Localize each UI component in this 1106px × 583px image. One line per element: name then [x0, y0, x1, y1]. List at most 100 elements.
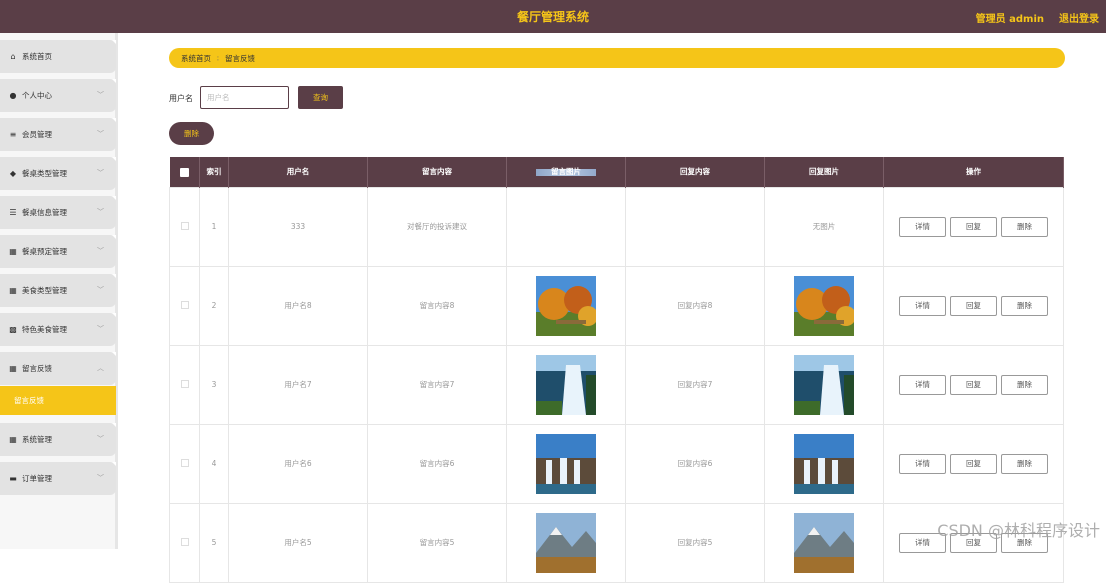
row-content: 留言内容5 [367, 502, 507, 583]
chevron-up-icon: ︿ [97, 364, 104, 372]
home-icon: ⌂ [10, 52, 16, 61]
select-all-header[interactable] [169, 157, 200, 187]
chevron-down-icon: ﹀ [97, 91, 104, 99]
row-image-cell [506, 344, 626, 425]
grid-icon: ▦ [9, 435, 17, 444]
grid-icon: ▦ [9, 247, 17, 256]
sidebar-item-label: 个人中心 [22, 91, 52, 100]
chevron-down-icon: ﹀ [97, 286, 104, 294]
row-actions: 详情 回复 删除 [883, 344, 1064, 425]
row-reply-image-cell [764, 265, 884, 346]
column-header-username: 用户名 [228, 157, 368, 187]
row-username: 用户名5 [228, 502, 368, 583]
sidebar-item[interactable]: ▩ 特色美食管理 ﹀ [0, 313, 116, 346]
row-select-cell [169, 344, 200, 425]
row-checkbox[interactable] [180, 379, 189, 388]
row-username: 用户名7 [228, 344, 368, 425]
chevron-down-icon: ﹀ [97, 474, 104, 482]
row-index: 5 [199, 502, 229, 583]
grid-icon: ▦ [9, 286, 17, 295]
detail-button[interactable]: 详情 [899, 295, 946, 316]
username-search-input[interactable] [200, 86, 289, 109]
table-row: 4 用户名6 留言内容6 回复内容6 详情 回复 删除 [169, 423, 1064, 504]
row-reply-image-cell [764, 502, 884, 583]
top-bar: 餐厅管理系统 管理员 admin 退出登录 [0, 0, 1106, 33]
delete-button[interactable]: 删除 [1001, 453, 1048, 474]
chevron-down-icon: ﹀ [97, 435, 104, 443]
sidebar-item-label: 特色美食管理 [22, 325, 67, 334]
row-reply: 回复内容8 [625, 265, 765, 346]
row-content: 留言内容6 [367, 423, 507, 504]
row-reply: 回复内容7 [625, 344, 765, 425]
reply-button[interactable]: 回复 [950, 295, 997, 316]
column-header-actions: 操作 [883, 157, 1064, 187]
sidebar-item[interactable]: ◆ 餐桌类型管理 ﹀ [0, 157, 116, 190]
search-button[interactable]: 查询 [298, 86, 343, 109]
sidebar-item[interactable]: ▬ 订单管理 ﹀ [0, 462, 116, 495]
sidebar-item-label: 会员管理 [22, 130, 52, 139]
sidebar-item[interactable]: ● 个人中心 ﹀ [0, 79, 116, 112]
detail-button[interactable]: 详情 [899, 374, 946, 395]
sidebar-item-label: 系统管理 [22, 435, 52, 444]
row-reply: 回复内容5 [625, 502, 765, 583]
thumbnail-image [794, 354, 854, 415]
row-actions: 详情 回复 删除 [883, 502, 1064, 583]
sidebar-item[interactable]: ▦ 系统管理 ﹀ [0, 423, 116, 456]
thumbnail-image [536, 354, 596, 415]
row-content: 留言内容8 [367, 265, 507, 346]
pin-icon: ◆ [9, 169, 17, 178]
thumbnail-image [794, 512, 854, 573]
select-all-checkbox[interactable] [179, 167, 189, 177]
sidebar-item-label: 系统首页 [22, 52, 52, 61]
row-select-cell [169, 423, 200, 504]
sidebar-item-label: 餐桌类型管理 [22, 169, 67, 178]
logout-link[interactable]: 退出登录 [1059, 10, 1099, 25]
row-actions: 详情 回复 删除 [883, 186, 1064, 267]
detail-button[interactable]: 详情 [899, 216, 946, 237]
row-checkbox[interactable] [180, 300, 189, 309]
table-row: 1 333 对餐厅的投诉建议 无图片 详情 回复 删除 [169, 168, 1064, 267]
row-content: 对餐厅的投诉建议 [367, 186, 507, 267]
watermark: CSDN @林科程序设计 [937, 521, 1100, 540]
sidebar-subitem-feedback[interactable]: 留言反馈 [0, 386, 116, 415]
row-select-cell [169, 502, 200, 583]
row-content: 留言内容7 [367, 344, 507, 425]
chevron-down-icon: ﹀ [97, 169, 104, 177]
row-checkbox[interactable] [180, 537, 189, 546]
delete-button[interactable]: 删除 [1001, 295, 1048, 316]
sidebar-item[interactable]: ⌂ 系统首页 [0, 40, 116, 73]
breadcrumb-home[interactable]: 系统首页 [181, 53, 211, 64]
reply-button[interactable]: 回复 [950, 216, 997, 237]
breadcrumb-current: 留言反馈 [224, 53, 255, 63]
sidebar-item[interactable]: ▦ 留言反馈 ︿ [0, 352, 116, 385]
row-reply-image-cell: 无图片 [764, 186, 884, 267]
sliders-icon: ☰ [9, 208, 17, 217]
row-reply: 回复内容6 [625, 423, 765, 504]
detail-button[interactable]: 详情 [899, 453, 946, 474]
sidebar-item[interactable]: ▦ 餐桌预定管理 ﹀ [0, 235, 116, 268]
table-row: 3 用户名7 留言内容7 回复内容7 详情 回复 删除 [169, 344, 1064, 425]
sidebar-item[interactable]: ≡ 会员管理 ﹀ [0, 118, 116, 151]
table-row: 2 用户名8 留言内容8 回复内容8 详情 回复 删除 [169, 265, 1064, 346]
admin-label: 管理员 admin [975, 14, 1044, 25]
row-select-cell [169, 186, 200, 267]
search-label: 用户名 [169, 94, 193, 103]
sidebar-subitem-label: 留言反馈 [14, 396, 44, 405]
delete-button[interactable]: 删除 [1001, 216, 1048, 237]
row-checkbox[interactable] [180, 221, 189, 230]
thumbnail-image [536, 433, 596, 494]
row-checkbox[interactable] [180, 458, 189, 467]
sidebar-item-label: 美食类型管理 [22, 286, 67, 295]
chevron-down-icon: ﹀ [97, 130, 104, 138]
reply-button[interactable]: 回复 [950, 453, 997, 474]
table-header-row: 索引 用户名 留言内容 留言图片 回复内容 回复图片 操作 [169, 157, 1064, 187]
row-actions: 详情 回复 删除 [883, 423, 1064, 504]
sidebar-item[interactable]: ☰ 餐桌信息管理 ﹀ [0, 196, 116, 229]
grid-icon: ▦ [9, 364, 17, 373]
row-reply [625, 186, 765, 267]
column-header-content: 留言内容 [367, 157, 507, 187]
sidebar-item[interactable]: ▦ 美食类型管理 ﹀ [0, 274, 116, 307]
bulk-delete-button[interactable]: 删除 [169, 122, 214, 145]
delete-button[interactable]: 删除 [1001, 374, 1048, 395]
reply-button[interactable]: 回复 [950, 374, 997, 395]
